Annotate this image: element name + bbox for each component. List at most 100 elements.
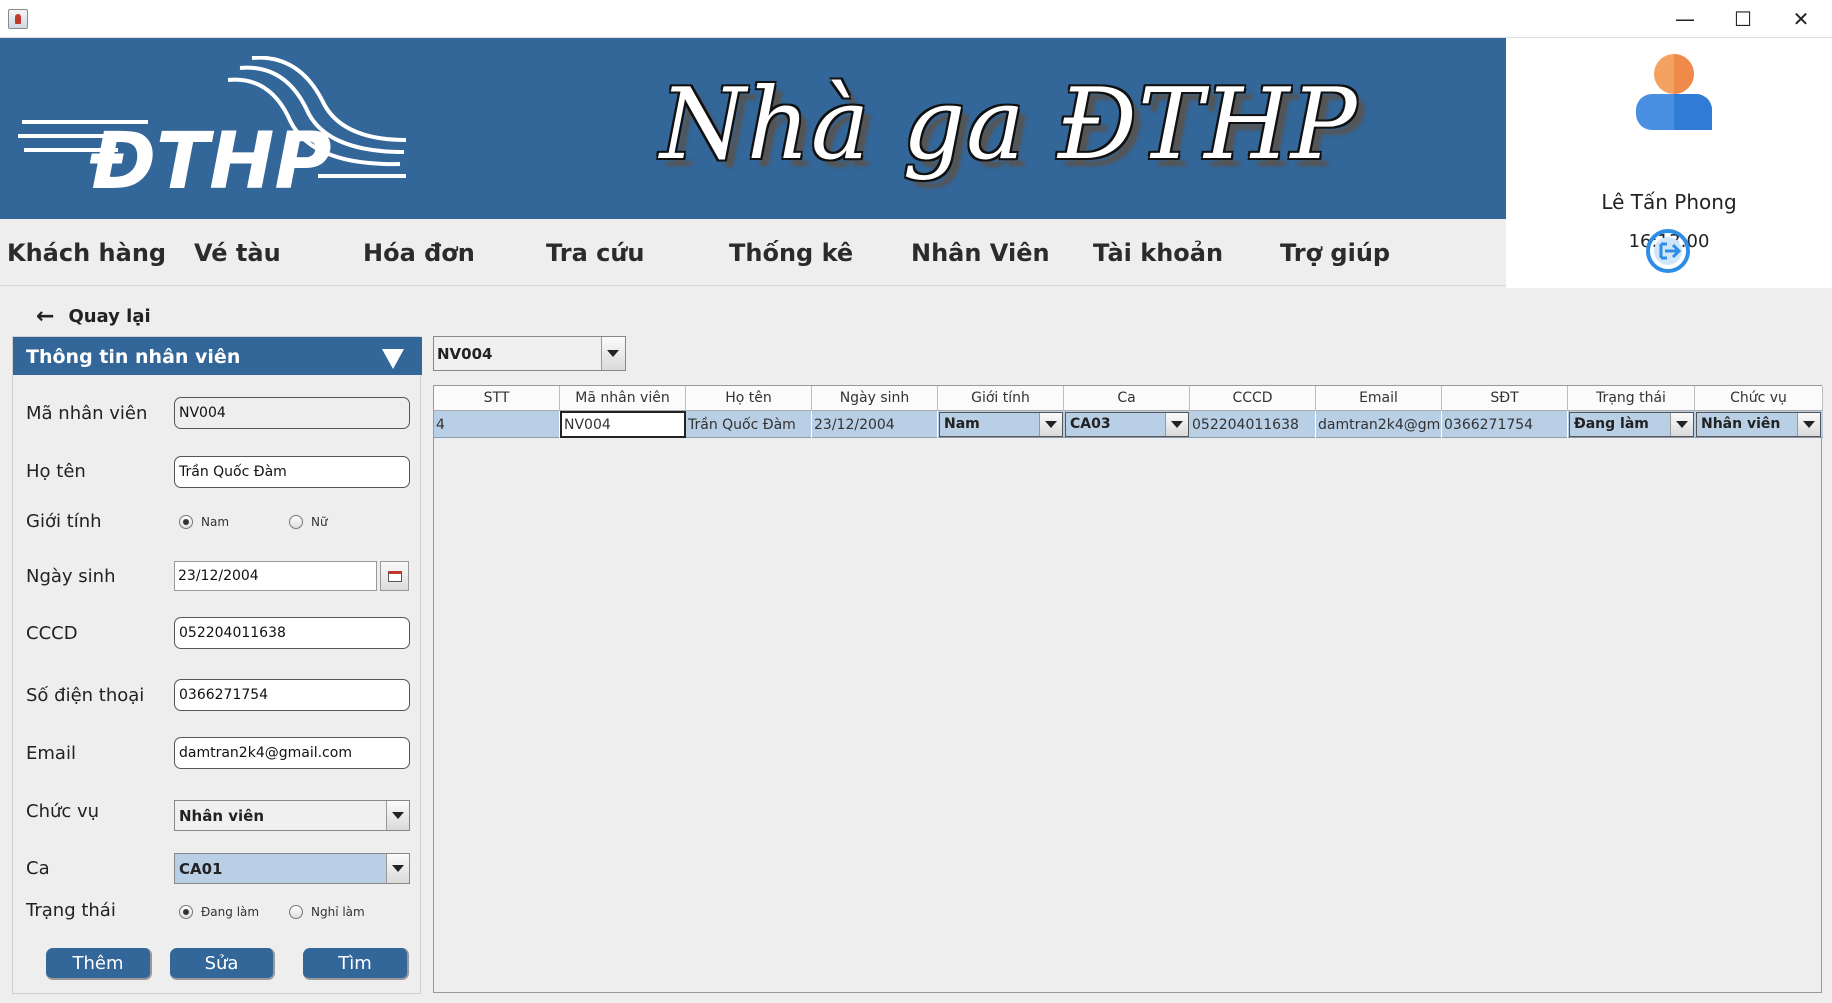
cell-position-select[interactable]: Nhân viên <box>1696 412 1821 437</box>
cell-gender-value: Nam <box>944 416 980 432</box>
arrow-left-icon: ← <box>36 304 55 329</box>
back-button[interactable]: ← Quay lại <box>36 304 151 329</box>
menu-item-customers[interactable]: Khách hàng <box>7 239 166 267</box>
cell-position-value: Nhân viên <box>1701 416 1781 432</box>
column-header-position[interactable]: Chức vụ <box>1695 386 1823 411</box>
radio-checked-icon <box>179 905 193 919</box>
employee-id-label: Mã nhân viên <box>26 403 148 424</box>
column-header-id-card[interactable]: CCCD <box>1190 386 1316 411</box>
position-label: Chức vụ <box>26 801 100 822</box>
cell-birth-date[interactable]: 23/12/2004 <box>812 411 938 438</box>
column-header-stt[interactable]: STT <box>434 386 560 411</box>
column-header-status[interactable]: Trạng thái <box>1568 386 1695 411</box>
dthp-logo: ĐTHP <box>18 56 407 196</box>
shift-select[interactable]: CA01 <box>174 853 410 884</box>
gender-male-label: Nam <box>201 515 230 529</box>
add-button[interactable]: Thêm <box>46 948 152 980</box>
cell-stt[interactable]: 4 <box>434 411 560 438</box>
cell-id-card[interactable]: 052204011638 <box>1190 411 1316 438</box>
status-working-radio[interactable]: Đang làm <box>179 905 259 919</box>
id-card-label: CCCD <box>26 623 78 644</box>
status-label: Trạng thái <box>26 900 116 921</box>
radio-unchecked-icon <box>289 515 303 529</box>
menu-item-invoices[interactable]: Hóa đơn <box>363 239 475 267</box>
edit-button[interactable]: Sửa <box>170 948 275 980</box>
cell-gender-select[interactable]: Nam <box>939 412 1063 437</box>
employee-id-field[interactable]: NV004 <box>174 397 410 429</box>
radio-unchecked-icon <box>289 905 303 919</box>
cell-phone[interactable]: 0366271754 <box>1442 411 1568 438</box>
menu-item-statistics[interactable]: Thống kê <box>729 239 853 267</box>
column-header-birth-date[interactable]: Ngày sinh <box>812 386 938 411</box>
cell-shift-select[interactable]: CA03 <box>1065 412 1189 437</box>
cell-employee-id[interactable]: NV004 <box>560 411 686 438</box>
employee-form-panel: Thông tin nhân viên Mã nhân viên NV004 H… <box>12 336 422 994</box>
chevron-down-icon[interactable] <box>1165 413 1188 436</box>
calendar-icon <box>387 570 402 582</box>
search-button[interactable]: Tìm <box>303 948 409 980</box>
menu-item-accounts[interactable]: Tài khoản <box>1093 239 1223 267</box>
main-menu: Khách hàng Vé tàu Hóa đơn Tra cứu Thống … <box>0 219 1506 286</box>
banner-title: Nhà ga ĐTHP <box>660 68 1358 182</box>
svg-text:ĐTHP: ĐTHP <box>89 117 332 196</box>
birth-date-label: Ngày sinh <box>26 566 116 587</box>
radio-checked-icon <box>179 515 193 529</box>
chevron-down-icon[interactable] <box>601 337 625 370</box>
menu-item-lookup[interactable]: Tra cứu <box>546 239 645 267</box>
employee-filter-select[interactable]: NV004 <box>433 336 626 371</box>
full-name-field[interactable]: Trần Quốc Đàm <box>174 456 410 488</box>
column-header-phone[interactable]: SĐT <box>1442 386 1568 411</box>
chevron-down-icon[interactable] <box>386 801 409 830</box>
column-header-shift[interactable]: Ca <box>1064 386 1190 411</box>
email-field[interactable]: damtran2k4@gmail.com <box>174 737 410 769</box>
menu-item-tickets[interactable]: Vé tàu <box>194 239 281 267</box>
chevron-down-icon[interactable] <box>386 854 409 883</box>
close-button[interactable]: ✕ <box>1772 0 1830 38</box>
back-label: Quay lại <box>68 306 151 327</box>
minimize-button[interactable]: — <box>1656 0 1714 38</box>
employee-table: STT Mã nhân viên Họ tên Ngày sinh Giới t… <box>433 385 1823 993</box>
chevron-down-icon[interactable] <box>1039 413 1062 436</box>
chevron-down-icon[interactable] <box>1670 413 1693 436</box>
header-banner: ĐTHP Nhà ga ĐTHP <box>0 38 1506 219</box>
panel-header[interactable]: Thông tin nhân viên <box>13 337 422 375</box>
menu-item-help[interactable]: Trợ giúp <box>1280 239 1390 267</box>
user-name: Lê Tấn Phong <box>1601 190 1737 214</box>
maximize-button[interactable]: ☐ <box>1714 0 1772 38</box>
table-row[interactable]: 4 NV004 Trần Quốc Đàm 23/12/2004 Nam CA0… <box>434 411 1823 438</box>
column-header-gender[interactable]: Giới tính <box>938 386 1064 411</box>
gender-female-label: Nữ <box>311 515 328 529</box>
full-name-label: Họ tên <box>26 461 86 482</box>
column-header-email[interactable]: Email <box>1316 386 1442 411</box>
shift-label: Ca <box>26 858 50 879</box>
user-avatar-icon <box>1636 54 1712 130</box>
birth-date-field[interactable]: 23/12/2004 <box>174 561 377 591</box>
position-select[interactable]: Nhân viên <box>174 800 410 831</box>
email-label: Email <box>26 743 76 764</box>
cell-status-select[interactable]: Đang làm <box>1569 412 1694 437</box>
status-resigned-label: Nghỉ làm <box>311 905 365 919</box>
window-titlebar: — ☐ ✕ <box>0 0 1832 38</box>
collapse-triangle-icon[interactable] <box>382 349 404 369</box>
java-app-icon <box>8 9 28 29</box>
gender-female-radio[interactable]: Nữ <box>289 515 328 529</box>
menu-item-employees[interactable]: Nhân Viên <box>911 239 1050 267</box>
column-header-full-name[interactable]: Họ tên <box>686 386 812 411</box>
column-header-employee-id[interactable]: Mã nhân viên <box>560 386 686 411</box>
logout-icon[interactable] <box>1645 228 1691 274</box>
gender-male-radio[interactable]: Nam <box>179 515 229 529</box>
date-picker-button[interactable] <box>380 561 409 591</box>
phone-label: Số điện thoại <box>26 685 145 706</box>
status-resigned-radio[interactable]: Nghỉ làm <box>289 905 365 919</box>
cell-full-name[interactable]: Trần Quốc Đàm <box>686 411 812 438</box>
cell-email[interactable]: damtran2k4@gm... <box>1316 411 1442 438</box>
panel-header-title: Thông tin nhân viên <box>26 346 241 368</box>
phone-field[interactable]: 0366271754 <box>174 679 410 711</box>
chevron-down-icon[interactable] <box>1797 413 1820 436</box>
gender-label: Giới tính <box>26 511 102 532</box>
table-header: STT Mã nhân viên Họ tên Ngày sinh Giới t… <box>434 386 1823 411</box>
status-working-label: Đang làm <box>201 905 260 919</box>
id-card-field[interactable]: 052204011638 <box>174 617 410 649</box>
position-select-value: Nhân viên <box>179 807 265 825</box>
shift-select-value: CA01 <box>179 860 223 878</box>
